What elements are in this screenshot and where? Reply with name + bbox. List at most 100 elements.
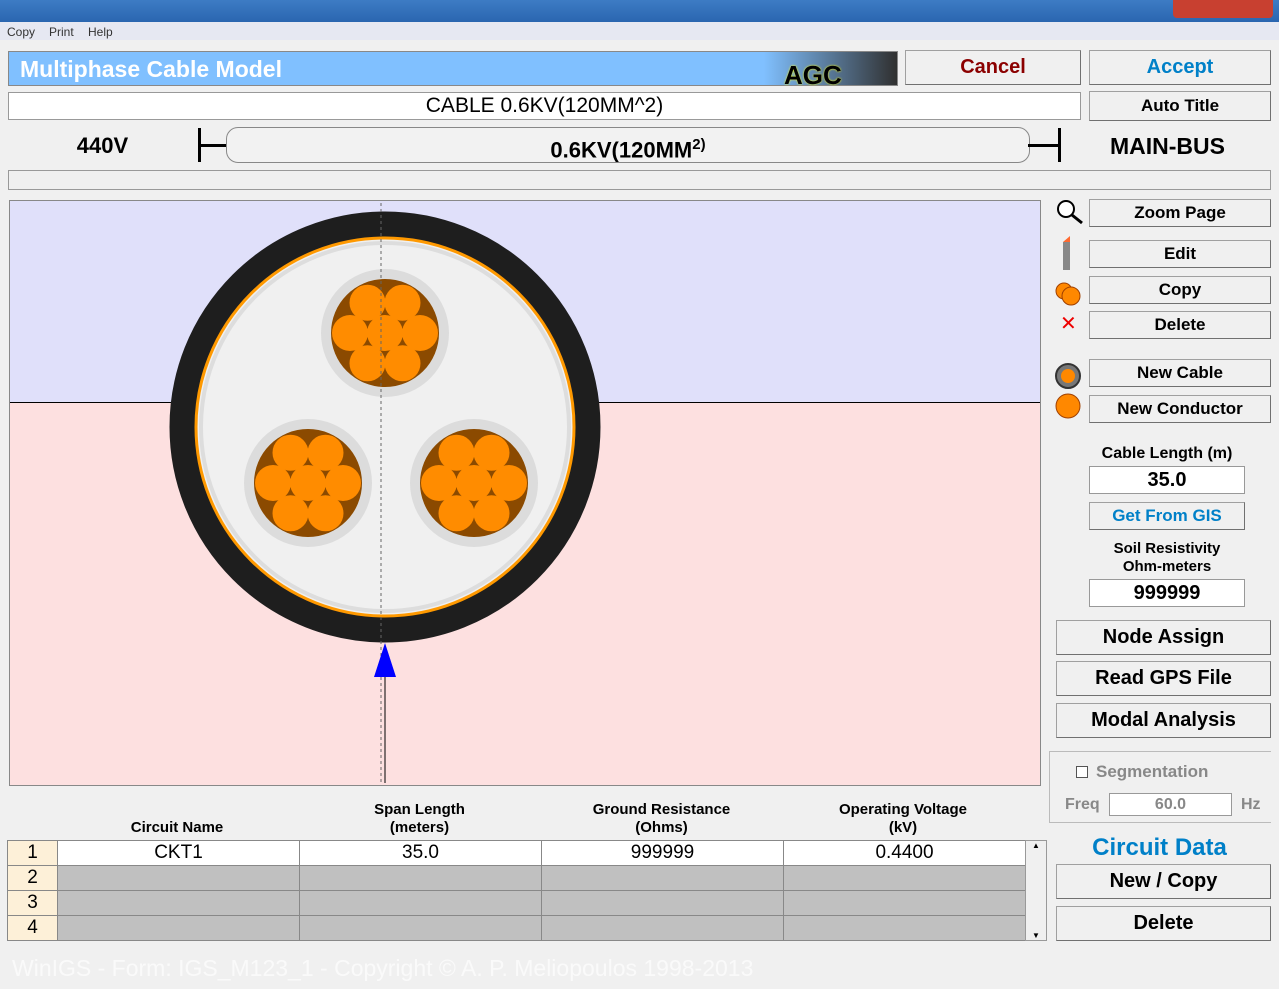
delete-button[interactable]: Delete bbox=[1089, 311, 1271, 339]
conductor-strand bbox=[438, 495, 475, 532]
logo: AGC bbox=[784, 60, 842, 90]
conductor-icon bbox=[1055, 393, 1081, 419]
hz-label: Hz bbox=[1241, 796, 1261, 813]
conductor-strand bbox=[255, 465, 291, 501]
segmentation-checkbox[interactable] bbox=[1076, 766, 1088, 778]
column-header-line: Span Length bbox=[374, 801, 465, 818]
cable-bar[interactable]: 0.6KV(120MM2) bbox=[226, 127, 1030, 163]
conductor-strand bbox=[325, 465, 361, 501]
node-assign-button[interactable]: Node Assign bbox=[1056, 620, 1271, 655]
delete-circuit-button[interactable]: Delete bbox=[1056, 906, 1271, 941]
table-cell[interactable] bbox=[783, 915, 1026, 941]
window-controls[interactable] bbox=[1173, 0, 1273, 18]
column-header-line: Operating Voltage bbox=[838, 801, 968, 818]
get-from-gis-button[interactable]: Get From GIS bbox=[1089, 502, 1245, 530]
soil-unit-label: Ohm-meters bbox=[1122, 558, 1212, 575]
table-cell[interactable] bbox=[299, 890, 542, 916]
copy-button[interactable]: Copy bbox=[1089, 276, 1271, 304]
column-header-unit: (meters) bbox=[389, 819, 450, 836]
row-number: 3 bbox=[7, 890, 58, 916]
column-header-line: Ground Resistance bbox=[592, 801, 731, 818]
cable-length-input[interactable]: 35.0 bbox=[1089, 466, 1245, 494]
header-banner: Multiphase Cable Model AGC bbox=[8, 51, 898, 90]
accept-button[interactable]: Accept bbox=[1089, 50, 1271, 85]
column-header-line: Circuit Name bbox=[130, 819, 224, 836]
to-bus-label: MAIN-BUS bbox=[1110, 133, 1225, 159]
scroll-down-icon[interactable]: ▼ bbox=[1026, 931, 1046, 940]
cable-label-sup: 2) bbox=[692, 136, 706, 153]
menu-print[interactable]: Print bbox=[49, 25, 74, 39]
row-number: 4 bbox=[7, 915, 58, 941]
cable-title-field[interactable]: CABLE 0.6KV(120MM^2) bbox=[8, 92, 1081, 120]
freq-input[interactable]: 60.0 bbox=[1109, 793, 1232, 816]
column-header: Ground Resistance (Ohms) bbox=[541, 801, 782, 837]
table-cell[interactable] bbox=[783, 890, 1026, 916]
circuit-table[interactable]: 1 CKT1 35.0 999999 0.4400 2 3 4 bbox=[7, 840, 1026, 941]
table-row[interactable]: 1 CKT1 35.0 999999 0.4400 bbox=[7, 840, 1026, 866]
table-row[interactable]: 2 bbox=[7, 865, 1026, 891]
zoom-page-button[interactable]: Zoom Page bbox=[1089, 199, 1271, 227]
edit-button[interactable]: Edit bbox=[1089, 240, 1271, 268]
circuit-data-heading: Circuit Data bbox=[1092, 834, 1227, 861]
conductor-strand bbox=[421, 465, 457, 501]
soil-resistivity-label: Soil Resistivity bbox=[1113, 540, 1221, 557]
table-cell[interactable] bbox=[541, 865, 784, 891]
table-cell[interactable]: 0.4400 bbox=[783, 840, 1026, 866]
row-number: 2 bbox=[7, 865, 58, 891]
cancel-button[interactable]: Cancel bbox=[905, 50, 1081, 85]
menu-copy[interactable]: Copy bbox=[7, 25, 35, 39]
conductor-strand bbox=[307, 434, 344, 471]
conductor-strand bbox=[290, 465, 326, 501]
table-cell[interactable] bbox=[783, 865, 1026, 891]
row-number: 1 bbox=[7, 840, 58, 866]
from-bus-label: 440V bbox=[76, 133, 129, 158]
conductor-strand bbox=[438, 434, 475, 471]
cable-length-label: Cable Length (m) bbox=[1101, 445, 1233, 462]
auto-title-button[interactable]: Auto Title bbox=[1089, 91, 1271, 121]
bus-line-right bbox=[1028, 144, 1060, 147]
column-header-unit: (Ohms) bbox=[635, 819, 688, 836]
conductor-strand bbox=[349, 284, 386, 321]
magnifier-icon bbox=[1057, 200, 1083, 225]
cable-label: 0.6KV(120MM bbox=[550, 137, 693, 163]
scroll-up-icon[interactable]: ▲ bbox=[1026, 841, 1046, 850]
conductor-strand bbox=[402, 315, 438, 351]
table-row[interactable]: 4 bbox=[7, 915, 1026, 941]
freq-label: Freq bbox=[1065, 796, 1100, 813]
table-cell[interactable] bbox=[299, 915, 542, 941]
table-cell[interactable] bbox=[57, 865, 300, 891]
conductor-strand bbox=[307, 495, 344, 532]
conductor-strand bbox=[473, 434, 510, 471]
table-cell[interactable]: 35.0 bbox=[299, 840, 542, 866]
status-strip bbox=[8, 170, 1271, 190]
table-cell[interactable] bbox=[541, 890, 784, 916]
conductor-strand bbox=[491, 465, 527, 501]
table-cell[interactable]: 999999 bbox=[541, 840, 784, 866]
modal-analysis-button[interactable]: Modal Analysis bbox=[1056, 703, 1271, 738]
table-cell[interactable] bbox=[299, 865, 542, 891]
table-cell[interactable] bbox=[541, 915, 784, 941]
conductor-strand bbox=[272, 434, 309, 471]
pencil-icon bbox=[1063, 236, 1070, 270]
bus-line-left bbox=[198, 144, 228, 147]
new-copy-circuit-button[interactable]: New / Copy bbox=[1056, 864, 1271, 899]
menu-bar: Copy Print Help bbox=[0, 22, 1279, 40]
new-conductor-button[interactable]: New Conductor bbox=[1089, 395, 1271, 423]
table-cell[interactable] bbox=[57, 915, 300, 941]
new-cable-button[interactable]: New Cable bbox=[1089, 359, 1271, 387]
table-cell[interactable] bbox=[57, 890, 300, 916]
cable-icon bbox=[1055, 363, 1081, 389]
soil-resistivity-input[interactable]: 999999 bbox=[1089, 579, 1245, 607]
segmentation-label: Segmentation bbox=[1096, 762, 1209, 781]
read-gps-file-button[interactable]: Read GPS File bbox=[1056, 661, 1271, 696]
menu-help[interactable]: Help bbox=[88, 25, 113, 39]
title-bar bbox=[0, 0, 1279, 22]
table-cell[interactable]: CKT1 bbox=[57, 840, 300, 866]
table-scrollbar[interactable]: ▲ ▼ bbox=[1025, 840, 1047, 941]
cable-canvas[interactable] bbox=[9, 200, 1041, 786]
table-row[interactable]: 3 bbox=[7, 890, 1026, 916]
conductor-strand bbox=[473, 495, 510, 532]
page-title: Multiphase Cable Model bbox=[20, 56, 282, 82]
conductor-strand bbox=[367, 315, 403, 351]
conductor-strand bbox=[272, 495, 309, 532]
